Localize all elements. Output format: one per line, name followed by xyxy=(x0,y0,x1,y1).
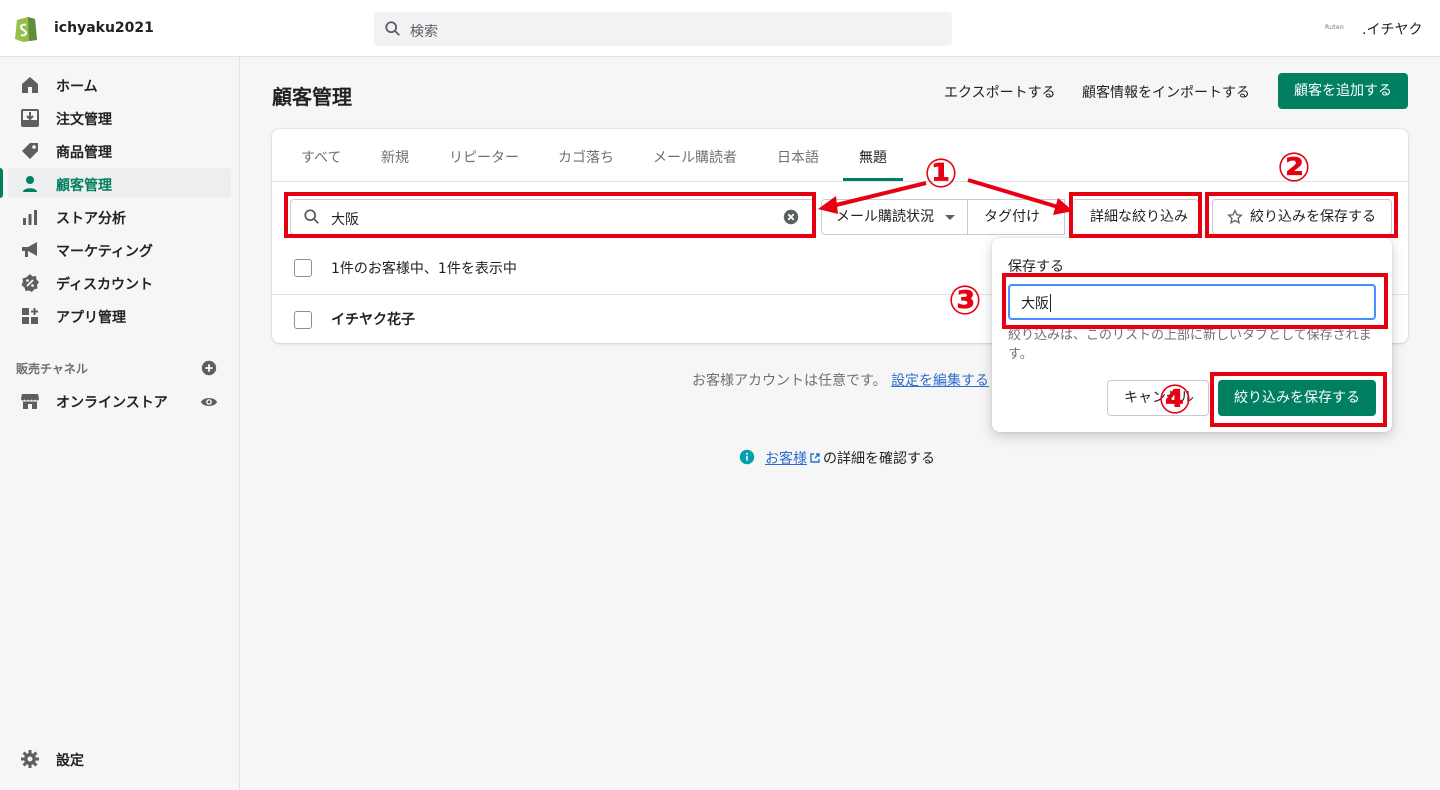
tab-untitled[interactable]: 無題 xyxy=(859,147,887,167)
sidebar-item-label: 顧客管理 xyxy=(56,178,112,194)
gear-icon xyxy=(21,750,39,768)
top-bar: ichyaku2021 検索 Ruten .イチヤク xyxy=(0,0,1440,57)
annotation-number-3: ③ xyxy=(948,278,982,324)
account-note-text: お客様アカウントは任意です。 xyxy=(692,373,887,389)
sidebar-item-analytics[interactable]: ストア分析 xyxy=(8,201,231,231)
sidebar-item-label: ストア分析 xyxy=(56,211,126,227)
store-name[interactable]: ichyaku2021 xyxy=(54,20,154,36)
active-tab-indicator xyxy=(843,178,903,181)
tag-icon xyxy=(22,143,38,159)
sidebar-item-marketing[interactable]: マーケティング xyxy=(8,234,231,264)
learn-more-suffix: の詳細を確認する xyxy=(823,451,935,467)
home-icon xyxy=(22,77,38,93)
select-all-checkbox[interactable] xyxy=(294,259,312,277)
email-status-filter-label: メール購読状況 xyxy=(836,209,934,225)
add-customer-button[interactable]: 顧客を追加する xyxy=(1278,73,1408,109)
eye-icon[interactable] xyxy=(200,393,218,411)
partner-badge: Ruten xyxy=(1325,24,1345,31)
sidebar-item-label: オンラインストア xyxy=(56,395,168,411)
import-button[interactable]: 顧客情報をインポートする xyxy=(1082,82,1250,102)
export-button[interactable]: エクスポートする xyxy=(944,82,1056,102)
row-checkbox[interactable] xyxy=(294,311,312,329)
sidebar-item-home[interactable]: ホーム xyxy=(8,69,231,99)
store-icon xyxy=(21,394,39,409)
shopify-logo-icon[interactable] xyxy=(14,14,38,42)
sidebar-item-label: ホーム xyxy=(56,79,98,95)
annotation-number-1: ① xyxy=(924,151,958,197)
apps-icon xyxy=(22,308,38,324)
annotation-box-save-filter xyxy=(1205,192,1398,238)
customer-icon xyxy=(23,176,37,192)
search-icon xyxy=(385,21,400,36)
sidebar-item-label: 設定 xyxy=(56,753,84,769)
tab-japanese[interactable]: 日本語 xyxy=(777,147,819,167)
annotation-box-search xyxy=(284,192,816,238)
orders-icon xyxy=(21,109,39,127)
sidebar-item-settings[interactable]: 設定 xyxy=(8,743,231,773)
result-summary: 1件のお客様中、1件を表示中 xyxy=(331,261,517,277)
sidebar-item-label: 注文管理 xyxy=(56,112,112,128)
customer-name[interactable]: イチヤク花子 xyxy=(331,309,415,329)
tab-abandoned[interactable]: カゴ落ち xyxy=(558,147,614,167)
tab-new[interactable]: 新規 xyxy=(381,147,409,167)
external-link-icon xyxy=(810,453,820,463)
annotation-box-confirm-save xyxy=(1210,372,1387,427)
sidebar-item-customers[interactable]: 顧客管理 xyxy=(0,168,231,198)
tab-email-subscribers[interactable]: メール購読者 xyxy=(653,147,737,167)
annotation-number-4: ④ xyxy=(1158,377,1192,423)
tab-bar: すべて 新規 リピーター カゴ落ち メール購読者 日本語 無題 xyxy=(272,129,1408,182)
tab-returning[interactable]: リピーター xyxy=(449,147,519,167)
sidebar-item-orders[interactable]: 注文管理 xyxy=(8,102,231,132)
popover-help-text: 絞り込みは、このリストの上部に新しいタブとして保存されます。 xyxy=(1008,328,1372,362)
user-menu[interactable]: .イチヤク xyxy=(1362,19,1422,39)
edit-settings-link[interactable]: 設定を編集する xyxy=(891,373,989,389)
sidebar-item-products[interactable]: 商品管理 xyxy=(8,135,231,165)
tab-all[interactable]: すべて xyxy=(301,147,341,167)
add-channel-icon[interactable] xyxy=(200,359,218,377)
sidebar-item-apps[interactable]: アプリ管理 xyxy=(8,300,231,330)
sales-channels-heading: 販売チャネル xyxy=(16,362,88,376)
caret-down-icon xyxy=(945,215,955,220)
info-icon xyxy=(739,449,755,465)
annotation-box-filter-name xyxy=(1002,273,1388,329)
sidebar-item-discounts[interactable]: ディスカウント xyxy=(8,267,231,297)
customers-help-link[interactable]: お客様 xyxy=(765,451,807,467)
global-search[interactable]: 検索 xyxy=(374,12,952,46)
sidebar-item-label: 商品管理 xyxy=(56,145,112,161)
global-search-placeholder: 検索 xyxy=(410,24,438,40)
sidebar-item-label: アプリ管理 xyxy=(56,310,126,326)
sidebar-item-label: ディスカウント xyxy=(56,277,154,293)
annotation-number-2: ② xyxy=(1277,145,1311,191)
tagged-filter[interactable]: タグ付け xyxy=(967,199,1065,235)
discount-icon xyxy=(21,274,39,292)
sidebar: ホーム 注文管理 商品管理 顧客管理 ストア分析 マーケティング ディスカウント… xyxy=(0,57,240,790)
account-settings-note: お客様アカウントは任意です。 設定を編集する xyxy=(692,370,989,390)
email-status-filter[interactable]: メール購読状況 xyxy=(821,199,968,235)
page-title: 顧客管理 xyxy=(272,85,352,109)
sidebar-item-online-store[interactable]: オンラインストア xyxy=(8,385,231,415)
annotation-box-more-filters xyxy=(1069,192,1202,238)
megaphone-icon xyxy=(22,242,37,257)
analytics-icon xyxy=(23,210,37,225)
sidebar-item-label: マーケティング xyxy=(56,244,153,260)
